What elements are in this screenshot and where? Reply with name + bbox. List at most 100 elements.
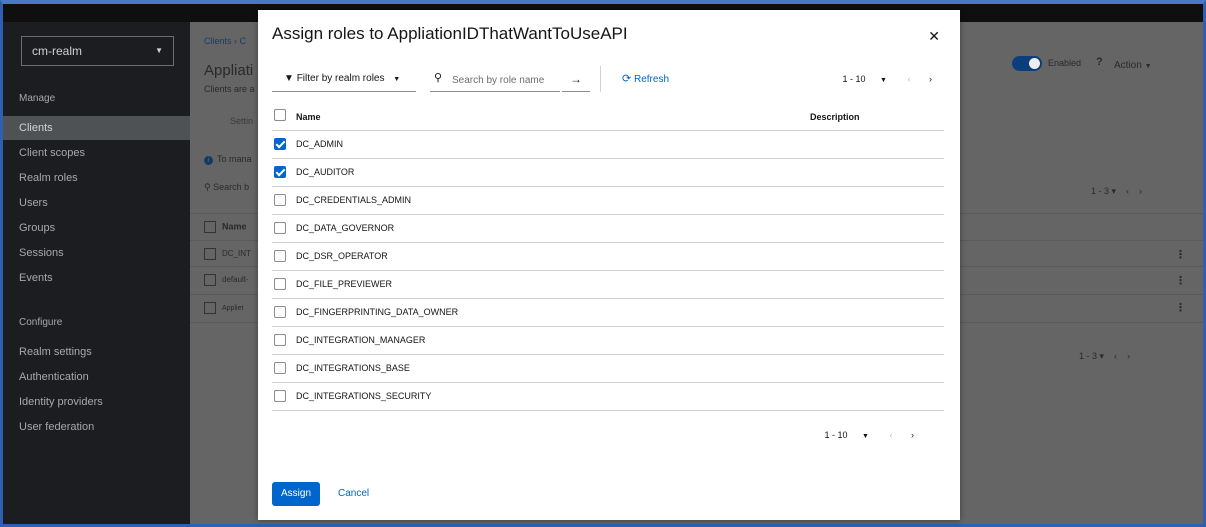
sidebar-item-identity-providers[interactable]: Identity providers bbox=[3, 390, 190, 414]
refresh-label: Refresh bbox=[634, 74, 670, 85]
assign-roles-modal: Assign roles to AppliationIDThatWantToUs… bbox=[258, 10, 960, 520]
pagination-range[interactable]: 1 - 10 bbox=[843, 74, 866, 84]
sidebar-item-events[interactable]: Events bbox=[3, 266, 190, 290]
page-title: Appliati bbox=[204, 62, 254, 79]
select-all-checkbox[interactable] bbox=[274, 109, 286, 121]
table-row[interactable]: DC_FILE_PREVIEWER bbox=[272, 271, 944, 299]
info-icon: i bbox=[204, 156, 213, 165]
sidebar-item-groups[interactable]: Groups bbox=[3, 216, 190, 240]
roles-table: Name Description DC_ADMIN DC_AUDITOR DC_… bbox=[272, 102, 944, 411]
pagination-bottom[interactable]: 1 - 3 ▾ ‹ › bbox=[1079, 351, 1130, 362]
row-checkbox[interactable] bbox=[274, 390, 286, 402]
role-name: DC_ADMIN bbox=[296, 139, 344, 149]
sidebar-item-sessions[interactable]: Sessions bbox=[3, 241, 190, 265]
table-row[interactable]: DC_FINGERPRINTING_DATA_OWNER bbox=[272, 299, 944, 327]
row-checkbox[interactable] bbox=[274, 222, 286, 234]
row-checkbox[interactable] bbox=[274, 306, 286, 318]
breadcrumb[interactable]: Clients › C bbox=[204, 36, 246, 46]
search-input[interactable] bbox=[450, 69, 558, 91]
sidebar-item-clients[interactable]: Clients bbox=[3, 116, 190, 140]
role-name: DC_FILE_PREVIEWER bbox=[296, 279, 393, 289]
filter-icon: ▼ bbox=[284, 73, 294, 84]
kebab-icon[interactable]: ⋮ bbox=[1175, 301, 1186, 314]
refresh-button[interactable]: ⟳ Refresh bbox=[622, 66, 669, 92]
row-checkbox[interactable] bbox=[274, 362, 286, 374]
row-checkbox[interactable] bbox=[204, 248, 216, 260]
close-icon[interactable]: ✕ bbox=[928, 28, 940, 45]
enabled-label: Enabled bbox=[1048, 58, 1082, 68]
assign-button[interactable]: Assign bbox=[272, 482, 320, 506]
sidebar: cm-realm ▼ Manage Clients Client scopes … bbox=[3, 22, 190, 524]
pagination-top: 1 - 10 ▼ ‹ › bbox=[843, 66, 933, 92]
sidebar-item-client-scopes[interactable]: Client scopes bbox=[3, 141, 190, 165]
refresh-icon: ⟳ bbox=[622, 73, 632, 85]
role-name: DC_DSR_OPERATOR bbox=[296, 251, 388, 261]
select-all-checkbox[interactable] bbox=[204, 221, 216, 233]
kebab-icon[interactable]: ⋮ bbox=[1175, 248, 1186, 261]
pagination-range: 1 - 3 bbox=[1091, 186, 1110, 196]
table-row[interactable]: default- bbox=[204, 274, 249, 286]
table-row[interactable]: DC_INTEGRATION_MANAGER bbox=[272, 327, 944, 355]
row-checkbox[interactable] bbox=[274, 194, 286, 206]
sidebar-item-users[interactable]: Users bbox=[3, 191, 190, 215]
enabled-toggle[interactable] bbox=[1012, 56, 1042, 71]
pagination-bottom: 1 - 10 ▼ ‹ › bbox=[825, 430, 915, 446]
section-configure: Configure bbox=[19, 317, 63, 328]
table-row[interactable]: DC_ADMIN bbox=[272, 131, 944, 159]
row-checkbox[interactable] bbox=[274, 166, 286, 178]
role-search: ⚲ bbox=[430, 66, 560, 92]
chevron-down-icon: ▼ bbox=[155, 46, 163, 55]
info-text: To mana bbox=[217, 154, 252, 164]
pagination-top[interactable]: 1 - 3 ▾ ‹ › bbox=[1091, 186, 1142, 197]
sidebar-item-realm-settings[interactable]: Realm settings bbox=[3, 340, 190, 364]
table-row[interactable]: DC_CREDENTIALS_ADMIN bbox=[272, 187, 944, 215]
help-icon[interactable]: ? bbox=[1096, 56, 1103, 68]
search-submit-button[interactable]: → bbox=[562, 66, 590, 92]
column-header-description: Description bbox=[810, 112, 860, 122]
table-row[interactable]: DC_DSR_OPERATOR bbox=[272, 243, 944, 271]
modal-title: Assign roles to AppliationIDThatWantToUs… bbox=[272, 24, 628, 43]
role-name: DC_INTEGRATIONS_SECURITY bbox=[296, 391, 432, 401]
table-row[interactable]: DC_INT bbox=[204, 248, 251, 260]
page-subtitle: Clients are a bbox=[204, 84, 255, 94]
row-checkbox[interactable] bbox=[274, 334, 286, 346]
action-dropdown[interactable]: Action ▼ bbox=[1114, 60, 1152, 71]
table-row[interactable]: DC_AUDITOR bbox=[272, 159, 944, 187]
cancel-button[interactable]: Cancel bbox=[338, 482, 369, 506]
row-checkbox[interactable] bbox=[204, 274, 216, 286]
row-checkbox[interactable] bbox=[274, 250, 286, 262]
previous-page-icon[interactable]: ‹ bbox=[889, 430, 892, 440]
row-checkbox[interactable] bbox=[274, 138, 286, 150]
table-row[interactable]: Appliet bbox=[204, 302, 243, 314]
chevron-down-icon[interactable]: ▼ bbox=[862, 433, 869, 440]
pagination-range[interactable]: 1 - 10 bbox=[825, 430, 848, 440]
realm-selector[interactable]: cm-realm ▼ bbox=[21, 36, 174, 66]
sidebar-item-realm-roles[interactable]: Realm roles bbox=[3, 166, 190, 190]
pagination-range: 1 - 3 bbox=[1079, 351, 1098, 361]
action-label: Action bbox=[1114, 60, 1142, 71]
role-name: DC_INTEGRATION_MANAGER bbox=[296, 335, 426, 345]
row-checkbox[interactable] bbox=[274, 278, 286, 290]
table-row[interactable]: DC_DATA_GOVERNOR bbox=[272, 215, 944, 243]
sidebar-item-user-federation[interactable]: User federation bbox=[3, 415, 190, 439]
search-icon: ⚲ bbox=[204, 182, 211, 192]
row-checkbox[interactable] bbox=[204, 302, 216, 314]
next-page-icon[interactable]: › bbox=[911, 430, 914, 440]
previous-page-icon[interactable]: ‹ bbox=[907, 66, 910, 92]
table-row[interactable]: DC_INTEGRATIONS_BASE bbox=[272, 355, 944, 383]
tab-settings[interactable]: Settin bbox=[230, 116, 253, 126]
chevron-down-icon: ▼ bbox=[1144, 63, 1152, 70]
role-name: DC_FINGERPRINTING_DATA_OWNER bbox=[296, 307, 459, 317]
kebab-icon[interactable]: ⋮ bbox=[1175, 274, 1186, 287]
chevron-down-icon: ▼ bbox=[393, 76, 401, 83]
role-name: DC_AUDITOR bbox=[296, 167, 355, 177]
next-page-icon[interactable]: › bbox=[929, 66, 932, 92]
filter-dropdown[interactable]: ▼ Filter by realm roles ▼ bbox=[272, 66, 416, 92]
filter-label: Filter by realm roles bbox=[296, 73, 385, 84]
role-name: DC_DATA_GOVERNOR bbox=[296, 223, 395, 233]
sidebar-item-authentication[interactable]: Authentication bbox=[3, 365, 190, 389]
column-header-name[interactable]: Name bbox=[296, 112, 321, 122]
search-clients[interactable]: ⚲ Search b bbox=[204, 182, 249, 193]
table-row[interactable]: DC_INTEGRATIONS_SECURITY bbox=[272, 383, 944, 411]
chevron-down-icon[interactable]: ▼ bbox=[880, 68, 887, 94]
